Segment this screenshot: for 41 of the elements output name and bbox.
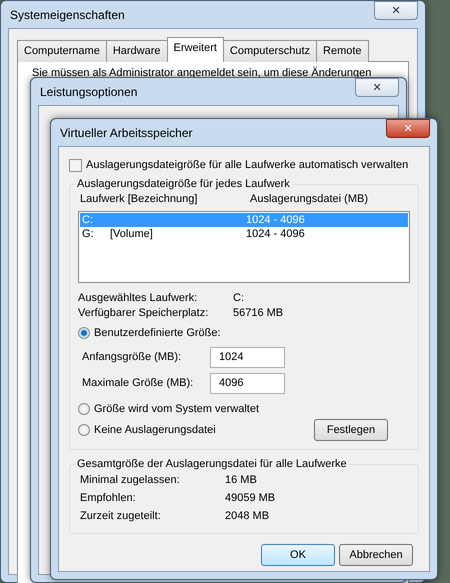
radio-label: Benutzerdefinierte Größe: — [94, 326, 221, 342]
column-header: Laufwerk [Bezeichnung] — [80, 192, 198, 207]
info-label: Zurzeit zugeteilt: — [80, 509, 162, 524]
tab[interactable]: Computerschutz — [222, 40, 318, 62]
info-label: Minimal zugelassen: — [80, 473, 181, 488]
radio-button[interactable] — [78, 327, 90, 340]
window-title: Leistungsoptionen — [40, 84, 138, 100]
group-title: Auslagerungsdateigröße für jedes Laufwerk — [76, 178, 291, 191]
column-header: Auslagerungsdatei (MB) — [250, 192, 368, 207]
field-label: Maximale Größe (MB): — [82, 376, 194, 391]
notice-text: Sie müssen als Administrator angemeldet sein, um diese Änderungen — [32, 66, 372, 80]
info-value: C: — [233, 291, 244, 306]
radio-label: Größe wird vom System verwaltet — [94, 402, 260, 417]
group-title: Gesamtgröße der Auslagerungsdatei für alle Laufwerke — [76, 458, 348, 472]
tab[interactable]: Computername — [17, 40, 107, 62]
radio-button[interactable] — [78, 424, 90, 436]
info-value: 2048 MB — [225, 509, 270, 524]
tab[interactable]: Erweitert — [166, 37, 224, 62]
set-button[interactable]: Festlegen — [314, 419, 388, 442]
radio-button[interactable] — [78, 402, 90, 415]
tab[interactable]: Hardware — [106, 40, 168, 62]
input-field[interactable]: 1024 — [210, 346, 285, 368]
info-label: Verfügbarer Speicherplatz: — [78, 306, 210, 322]
info-label: Ausgewähltes Laufwerk: — [78, 291, 198, 306]
window-title: Virtueller Arbeitsspeicher — [60, 124, 193, 142]
info-value: 56716 MB — [233, 306, 284, 322]
close-button[interactable]: ✕ — [374, 1, 418, 20]
info-label: Empfohlen: — [80, 491, 137, 506]
checkbox[interactable] — [69, 158, 82, 172]
window-title: Systemeigenschaften — [10, 6, 125, 24]
input-field[interactable]: 4096 — [210, 372, 285, 394]
list-row[interactable]: G: [Volume] 1024 - 4096 — [80, 227, 408, 242]
checkbox-label: Auslagerungsdateigröße für alle Laufwerke automatisch verwalten — [86, 158, 408, 173]
ok-button[interactable]: OK — [261, 544, 335, 566]
info-value: 49059 MB — [225, 491, 276, 506]
field-label: Anfangsgröße (MB): — [82, 350, 182, 365]
cancel-button[interactable]: Abbrechen — [339, 544, 413, 566]
info-value: 16 MB — [225, 473, 257, 488]
radio-label: Keine Auslagerungsdatei — [94, 422, 216, 438]
tab[interactable]: Remote — [316, 40, 369, 62]
close-button[interactable]: ✕ — [355, 78, 399, 97]
